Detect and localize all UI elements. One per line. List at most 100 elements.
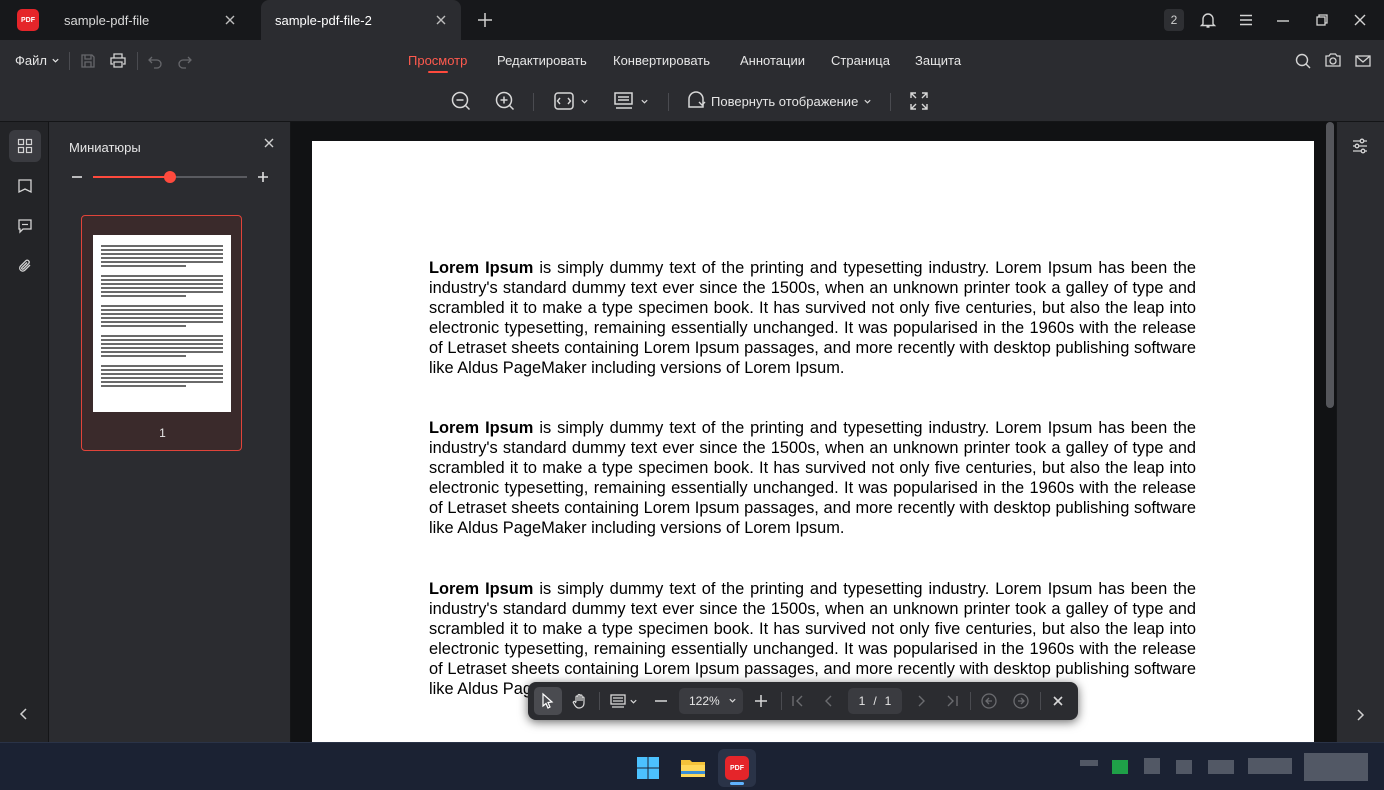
rail-attachments-button[interactable] <box>9 250 41 282</box>
page-number-field[interactable]: 1 / 1 <box>848 688 902 714</box>
camera-icon[interactable] <box>1324 51 1342 69</box>
hand-icon[interactable] <box>571 692 589 710</box>
left-sidebar-rail <box>0 122 49 742</box>
plus-icon[interactable] <box>257 171 269 183</box>
file-menu-label: Файл <box>15 53 47 68</box>
mail-icon[interactable] <box>1354 52 1372 70</box>
page-display-icon[interactable] <box>613 90 635 112</box>
rail-comments-button[interactable] <box>9 210 41 242</box>
file-explorer-button[interactable] <box>674 749 712 787</box>
save-icon[interactable] <box>79 52 97 70</box>
thumbnail-text-line <box>101 385 187 387</box>
tray-icon[interactable] <box>1080 760 1098 766</box>
file-menu[interactable]: Файл <box>15 53 60 68</box>
tab-annotations[interactable]: Аннотации <box>740 53 805 68</box>
fullscreen-icon[interactable] <box>908 90 930 112</box>
document-viewport[interactable]: Lorem Ipsum is simply dummy text of the … <box>291 122 1336 742</box>
slider-fill <box>93 176 170 178</box>
restore-icon[interactable] <box>1313 11 1331 29</box>
thumbnail-text-line <box>101 365 223 367</box>
right-sidebar-rail <box>1336 122 1384 742</box>
rail-bookmarks-button[interactable] <box>9 170 41 202</box>
tab-page[interactable]: Страница <box>831 53 890 68</box>
tab-edit[interactable]: Редактировать <box>497 53 587 68</box>
view-toolbar: Повернуть отображение <box>0 82 1384 122</box>
document-paragraph: Lorem Ipsum is simply dummy text of the … <box>429 259 1196 377</box>
page-thumbnail[interactable]: 1 <box>81 215 242 451</box>
last-page-icon[interactable] <box>943 692 961 710</box>
minus-icon[interactable] <box>71 171 83 183</box>
thumbnail-text-line <box>101 373 223 375</box>
chevron-right-icon[interactable] <box>1353 708 1367 722</box>
tray-icon[interactable] <box>1112 760 1128 774</box>
tray-date[interactable] <box>1304 753 1368 781</box>
chevron-down-icon[interactable] <box>629 697 638 706</box>
slider-handle[interactable] <box>164 171 176 183</box>
tab-convert[interactable]: Конвертировать <box>613 53 710 68</box>
thumbnail-text-line <box>101 325 187 327</box>
chevron-down-icon[interactable] <box>580 97 589 106</box>
tray-icon[interactable] <box>1144 758 1160 774</box>
redo-icon[interactable] <box>176 52 194 70</box>
hamburger-icon[interactable] <box>1237 11 1255 29</box>
thumbnail-text-line <box>101 291 223 293</box>
windows-start-button[interactable] <box>629 749 667 787</box>
undo-icon[interactable] <box>146 52 164 70</box>
tab-sample-pdf-file-2[interactable]: sample-pdf-file-2 <box>261 0 461 40</box>
thumbnail-text-line <box>101 343 223 345</box>
select-tool-button[interactable] <box>534 687 562 715</box>
tab-view[interactable]: Просмотр <box>408 53 467 68</box>
print-icon[interactable] <box>109 51 127 69</box>
close-icon[interactable] <box>1351 11 1369 29</box>
rotate-view-label[interactable]: Повернуть отображение <box>711 94 858 109</box>
pdf-logo: PDF <box>725 756 749 780</box>
first-page-icon[interactable] <box>789 692 807 710</box>
tray-icon[interactable] <box>1208 760 1234 774</box>
prev-page-icon[interactable] <box>820 692 838 710</box>
vertical-scrollbar[interactable] <box>1326 122 1334 408</box>
zoom-level-select[interactable]: 122% <box>679 688 743 714</box>
next-page-icon[interactable] <box>912 692 930 710</box>
rail-thumbnails-button[interactable] <box>9 130 41 162</box>
close-icon[interactable] <box>433 12 449 28</box>
floating-nav-toolbar: 122% 1 / 1 <box>528 682 1078 720</box>
zoom-minus-icon[interactable] <box>652 692 670 710</box>
zoom-in-icon[interactable] <box>494 90 516 112</box>
plus-icon[interactable] <box>476 11 494 29</box>
tray-clock[interactable] <box>1248 758 1292 774</box>
document-paragraph: Lorem Ipsum is simply dummy text of the … <box>429 419 1196 537</box>
thumbnail-text-line <box>101 279 223 281</box>
close-icon[interactable] <box>222 12 238 28</box>
fit-width-icon[interactable] <box>553 90 575 112</box>
tray-icon[interactable] <box>1176 760 1192 774</box>
page-display-icon[interactable] <box>609 692 627 710</box>
minimize-icon[interactable] <box>1274 11 1292 29</box>
tab-sample-pdf-file[interactable]: sample-pdf-file <box>50 0 250 40</box>
chevron-left-icon[interactable] <box>17 707 31 721</box>
bell-icon[interactable] <box>1199 11 1217 29</box>
notification-count-badge[interactable]: 2 <box>1164 9 1184 31</box>
thumbnail-page-number: 1 <box>159 426 166 440</box>
thumbnail-text-line <box>101 317 223 319</box>
panel-title: Миниатюры <box>69 140 141 155</box>
next-view-icon[interactable] <box>1012 692 1030 710</box>
thumbnail-text-line <box>101 351 223 353</box>
zoom-plus-icon[interactable] <box>752 692 770 710</box>
previous-view-icon[interactable] <box>980 692 998 710</box>
close-icon[interactable] <box>1049 692 1067 710</box>
zoom-level-value: 122% <box>689 694 720 708</box>
thumbnail-text-line <box>101 261 223 263</box>
folder-icon <box>681 760 705 777</box>
search-icon[interactable] <box>1294 52 1312 70</box>
chevron-down-icon[interactable] <box>863 97 872 106</box>
settings-sliders-icon[interactable] <box>1351 137 1369 155</box>
chevron-down-icon[interactable] <box>640 97 649 106</box>
thumbnail-text-line <box>101 295 187 297</box>
close-icon[interactable] <box>262 136 276 150</box>
zoom-out-icon[interactable] <box>450 90 472 112</box>
divider <box>781 692 782 710</box>
tab-protect[interactable]: Защита <box>915 53 961 68</box>
chevron-down-icon <box>729 698 736 703</box>
rotate-view-icon[interactable] <box>685 90 707 112</box>
thumbnail-preview <box>93 235 231 412</box>
